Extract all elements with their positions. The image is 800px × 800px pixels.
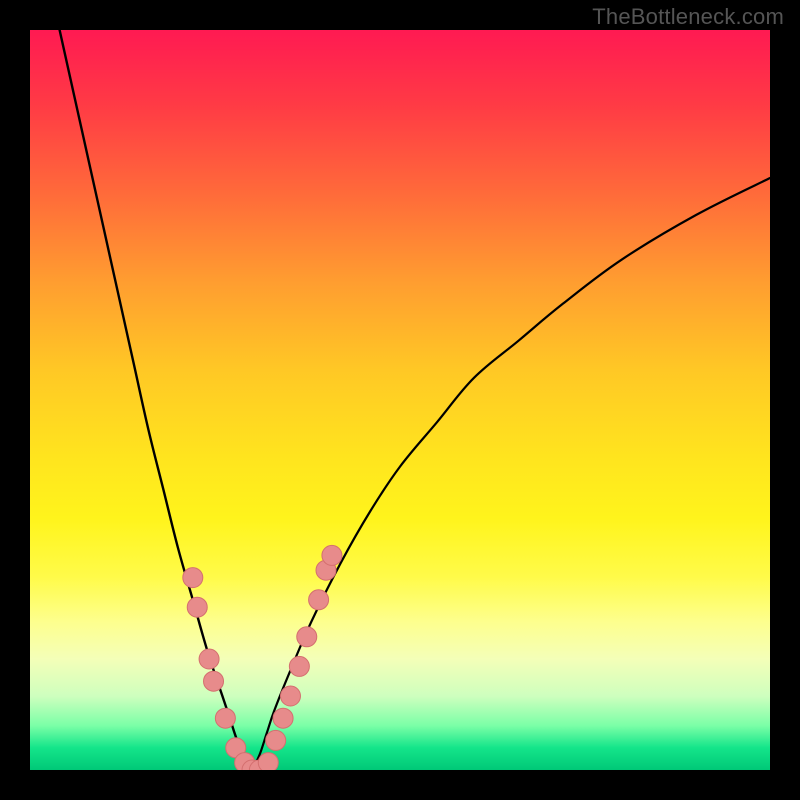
highlight-dots [30,30,770,770]
dot-marker [215,708,235,728]
dot-marker [322,545,342,565]
dot-marker [280,686,300,706]
dot-marker [297,627,317,647]
dot-marker [273,708,293,728]
plot-area [30,30,770,770]
dot-marker [187,597,207,617]
dot-marker [199,649,219,669]
watermark-text: TheBottleneck.com [592,4,784,30]
dot-marker [266,730,286,750]
dot-marker [204,671,224,691]
dot-marker [309,590,329,610]
dot-marker [183,568,203,588]
dot-marker [289,656,309,676]
outer-frame: TheBottleneck.com [0,0,800,800]
dot-marker [258,753,278,770]
